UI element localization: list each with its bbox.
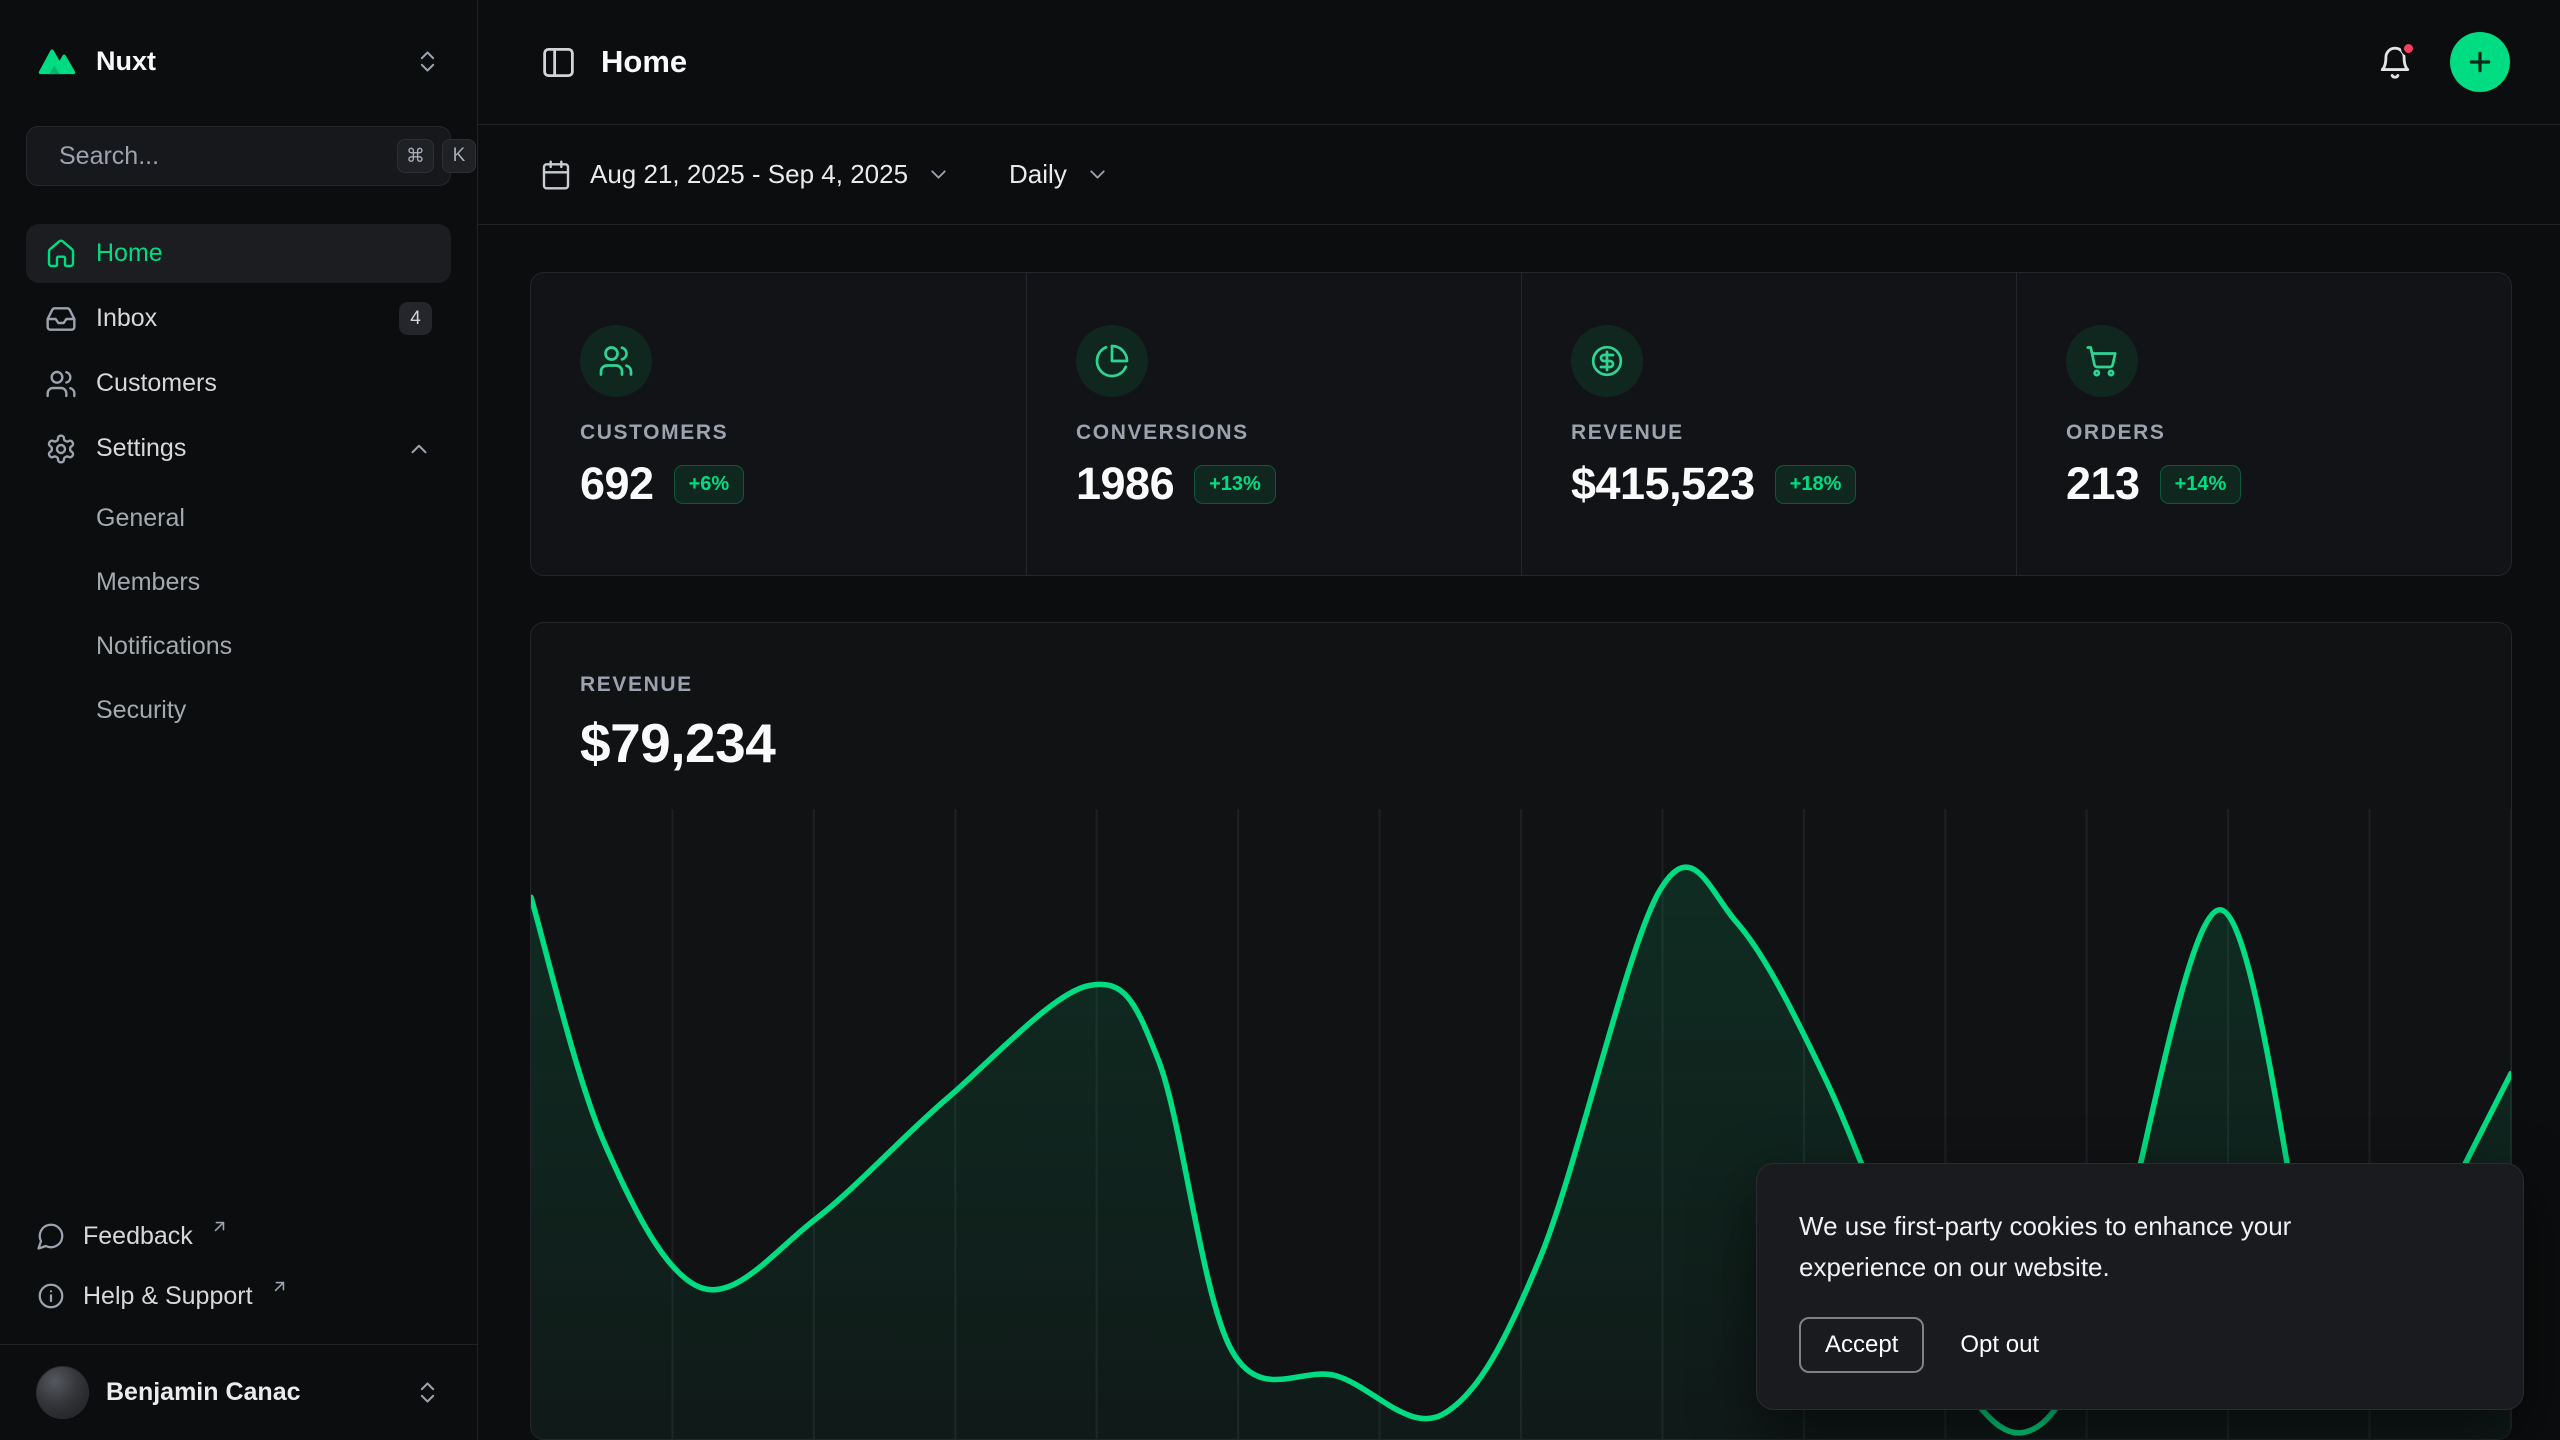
page-title: Home xyxy=(601,44,687,80)
search-box[interactable]: ⌘ K xyxy=(26,126,451,186)
sidebar-item-inbox[interactable]: Inbox 4 xyxy=(26,289,451,348)
cookie-optout-button[interactable]: Opt out xyxy=(1960,1331,2039,1359)
stat-label: ORDERS xyxy=(2066,421,2511,445)
stat-label: REVENUE xyxy=(1571,421,2016,445)
sidebar-item-members[interactable]: Members xyxy=(26,553,451,612)
granularity-label: Daily xyxy=(1009,159,1067,190)
chevron-up-icon xyxy=(406,436,432,462)
kbd-cmd: ⌘ xyxy=(397,139,434,173)
notification-dot xyxy=(2401,41,2416,56)
panel-left-icon[interactable] xyxy=(540,44,577,81)
cookie-message: We use first-party cookies to enhance yo… xyxy=(1799,1206,2399,1287)
filters-toolbar: Aug 21, 2025 - Sep 4, 2025 Daily xyxy=(478,125,2560,225)
chat-icon xyxy=(36,1221,66,1251)
external-link-icon xyxy=(270,1277,289,1296)
help-support-label: Help & Support xyxy=(83,1282,253,1311)
sidebar-footer: Feedback Help & Support xyxy=(26,1206,451,1330)
stat-customers[interactable]: CUSTOMERS 692 +6% xyxy=(531,273,1026,575)
sidebar-nav: Home Inbox 4 Customers Settings General xyxy=(26,224,451,740)
user-menu[interactable]: Benjamin Canac xyxy=(26,1345,451,1440)
sidebar-item-label: Customers xyxy=(96,369,217,398)
calendar-icon xyxy=(540,159,572,191)
search-input[interactable] xyxy=(59,142,381,171)
stat-delta-badge: +13% xyxy=(1194,465,1276,504)
kbd-k: K xyxy=(442,139,476,173)
notifications-button[interactable] xyxy=(2376,43,2414,81)
brand-name: Nuxt xyxy=(96,46,156,77)
pie-chart-icon xyxy=(1076,325,1148,397)
settings-children: General Members Notifications Security xyxy=(26,489,451,740)
users-icon xyxy=(45,368,77,400)
chevron-down-icon xyxy=(1085,162,1110,187)
workspace-switcher[interactable]: Nuxt xyxy=(26,0,451,122)
date-range-label: Aug 21, 2025 - Sep 4, 2025 xyxy=(590,159,908,190)
granularity-select[interactable]: Daily xyxy=(1009,159,1110,190)
chevrons-up-down-icon xyxy=(414,1379,441,1406)
sidebar-item-label: General xyxy=(96,504,185,533)
sidebar-item-general[interactable]: General xyxy=(26,489,451,548)
sidebar-item-customers[interactable]: Customers xyxy=(26,354,451,413)
sidebar-item-settings[interactable]: Settings xyxy=(26,419,451,478)
stat-label: CUSTOMERS xyxy=(580,421,1026,445)
stat-value: $415,523 xyxy=(1571,458,1755,510)
stat-delta-badge: +6% xyxy=(674,465,745,504)
external-link-icon xyxy=(210,1217,229,1236)
cart-icon xyxy=(2066,325,2138,397)
page-header: Home xyxy=(478,0,2560,125)
user-name: Benjamin Canac xyxy=(106,1378,397,1407)
sidebar-item-security[interactable]: Security xyxy=(26,681,451,740)
revenue-chart-label: REVENUE xyxy=(580,673,2511,697)
add-button[interactable] xyxy=(2450,32,2510,92)
chevrons-up-down-icon[interactable] xyxy=(414,48,441,75)
stat-revenue[interactable]: REVENUE $415,523 +18% xyxy=(1521,273,2016,575)
sidebar: Nuxt ⌘ K Home Inbox 4 xyxy=(0,0,478,1440)
sidebar-item-home[interactable]: Home xyxy=(26,224,451,283)
sidebar-item-label: Inbox xyxy=(96,304,157,333)
info-icon xyxy=(36,1281,66,1311)
nuxt-logo-icon xyxy=(36,40,78,82)
gear-icon xyxy=(45,433,77,465)
stat-conversions[interactable]: CONVERSIONS 1986 +13% xyxy=(1026,273,1521,575)
feedback-link[interactable]: Feedback xyxy=(26,1206,451,1266)
feedback-label: Feedback xyxy=(83,1222,193,1251)
stat-value: 213 xyxy=(2066,458,2140,510)
sidebar-item-label: Settings xyxy=(96,434,186,463)
search-kbd-hints: ⌘ K xyxy=(397,139,476,173)
stat-delta-badge: +14% xyxy=(2160,465,2242,504)
sidebar-item-label: Members xyxy=(96,568,200,597)
stat-label: CONVERSIONS xyxy=(1076,421,1521,445)
stat-orders[interactable]: ORDERS 213 +14% xyxy=(2016,273,2511,575)
cookie-accept-button[interactable]: Accept xyxy=(1799,1317,1924,1373)
avatar xyxy=(36,1366,89,1419)
inbox-count-badge: 4 xyxy=(399,302,432,335)
stats-card: CUSTOMERS 692 +6% CONVERSIONS 1986 +13% xyxy=(530,272,2512,576)
cookie-banner: We use first-party cookies to enhance yo… xyxy=(1756,1163,2524,1410)
revenue-chart-value: $79,234 xyxy=(580,711,2511,775)
stat-value: 1986 xyxy=(1076,458,1174,510)
users-icon xyxy=(580,325,652,397)
stat-delta-badge: +18% xyxy=(1775,465,1857,504)
sidebar-item-label: Notifications xyxy=(96,632,232,661)
chevron-down-icon xyxy=(926,162,951,187)
sidebar-item-label: Security xyxy=(96,696,186,725)
dollar-circle-icon xyxy=(1571,325,1643,397)
home-icon xyxy=(45,238,77,270)
sidebar-item-notifications[interactable]: Notifications xyxy=(26,617,451,676)
help-support-link[interactable]: Help & Support xyxy=(26,1266,451,1326)
sidebar-item-label: Home xyxy=(96,239,163,268)
inbox-icon xyxy=(45,303,77,335)
header-actions xyxy=(2376,32,2510,92)
plus-icon xyxy=(2464,46,2496,78)
stat-value: 692 xyxy=(580,458,654,510)
brand: Nuxt xyxy=(36,40,156,82)
date-range-picker[interactable]: Aug 21, 2025 - Sep 4, 2025 xyxy=(540,159,951,191)
